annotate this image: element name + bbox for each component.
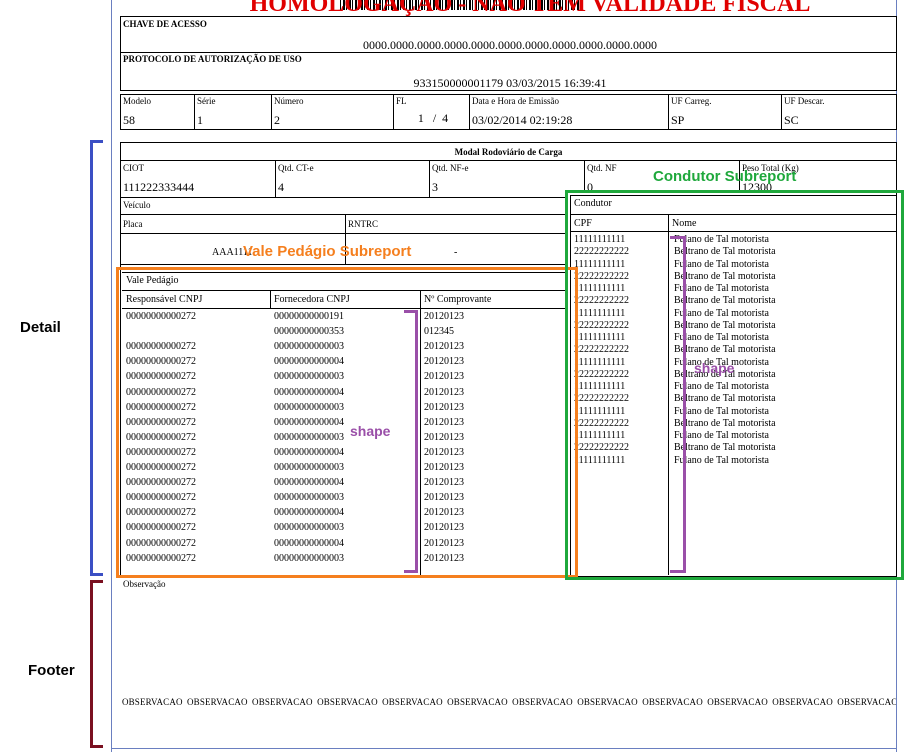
uf-carreg-label: UF Carreg. [671, 96, 712, 106]
fl-value: 1 / 4 [417, 111, 449, 125]
shape-bracket-right [670, 236, 686, 573]
chave-label: CHAVE DE ACESSO [123, 19, 207, 29]
numero-value: 2 [274, 113, 280, 127]
ciot-label: CIOT [123, 163, 144, 173]
divider [120, 214, 567, 215]
divider [429, 160, 430, 197]
numero-label: Número [274, 96, 304, 106]
veiculo-label: Veículo [123, 200, 151, 210]
vale-subreport-label: Vale Pedágio Subreport [243, 243, 412, 260]
vale-subreport-frame [116, 267, 578, 578]
modal-title: Modal Rodoviário de Carga [454, 147, 563, 157]
divider [194, 94, 195, 130]
divider [120, 233, 567, 234]
modelo-value: 58 [123, 113, 135, 127]
divider [393, 94, 394, 130]
data-emissao-label: Data e Hora de Emissão [472, 96, 559, 106]
qtd-nf-label: Qtd. NF [587, 163, 617, 173]
observacao-text: OBSERVACAO OBSERVACAO OBSERVACAO OBSERVA… [122, 697, 896, 707]
divider [584, 160, 585, 192]
protocolo-label: PROTOCOLO DE AUTORIZAÇÃO DE USO [123, 54, 302, 64]
divider [271, 94, 272, 130]
divider [781, 94, 782, 130]
shape-label-left: shape [350, 423, 391, 439]
observacao-label: Observação [123, 579, 166, 589]
serie-value: 1 [197, 113, 203, 127]
footer-bracket [90, 580, 103, 748]
uf-descar-label: UF Descar. [784, 96, 825, 106]
detail-annotation: Detail [20, 319, 61, 336]
divider [120, 52, 897, 53]
uf-descar-value: SC [784, 113, 799, 127]
condutor-subreport-label: Condutor Subreport [653, 168, 797, 185]
rntrc-value: - [454, 247, 458, 258]
placa-label: Placa [123, 219, 143, 229]
modelo-label: Modelo [123, 96, 151, 106]
divider [120, 160, 897, 161]
qtd-cte-label: Qtd. CT-e [278, 163, 314, 173]
divider [120, 264, 567, 265]
fl-label: FL [396, 96, 407, 106]
divider [469, 94, 470, 130]
shape-label-right: shape [694, 360, 735, 376]
qtd-nfe-value: 3 [432, 180, 438, 194]
serie-label: Série [197, 96, 216, 106]
divider [275, 160, 276, 197]
chave-value: 0000.0000.0000.0000.0000.0000.0000.0000.… [363, 38, 657, 52]
divider [120, 197, 567, 198]
detail-bracket [90, 140, 103, 576]
qtd-nfe-label: Qtd. NF-e [432, 163, 469, 173]
data-emissao-value: 03/02/2014 02:19:28 [472, 113, 573, 127]
ciot-value: 111222333444 [123, 180, 195, 194]
homologacao-banner: HOMOLOGAÇÃO - NÃO TEM VALIDADE FISCAL [249, 0, 811, 17]
page-bottom-border [111, 748, 897, 749]
footer-annotation: Footer [28, 662, 75, 679]
protocolo-value: 933150000001179 03/03/2015 16:39:41 [413, 76, 607, 90]
uf-carreg-value: SP [671, 113, 685, 127]
shape-bracket-left [404, 310, 418, 573]
condutor-subreport-frame [565, 190, 904, 580]
rntrc-label: RNTRC [348, 219, 379, 229]
qtd-cte-value: 4 [278, 180, 284, 194]
divider [668, 94, 669, 130]
